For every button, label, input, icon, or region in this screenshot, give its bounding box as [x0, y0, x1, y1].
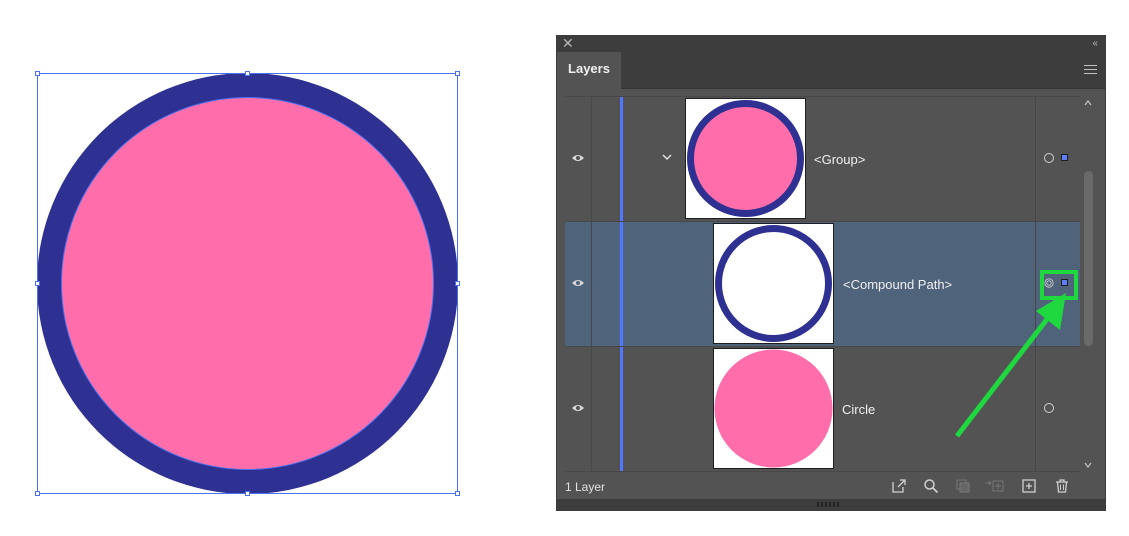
eye-icon[interactable] — [571, 403, 585, 413]
eye-icon[interactable] — [571, 278, 585, 288]
close-icon[interactable]: ✕ — [562, 36, 574, 51]
handle-middle-left[interactable] — [35, 281, 40, 286]
search-icon[interactable] — [923, 478, 939, 494]
artboard-canvas[interactable] — [0, 0, 540, 536]
column-divider — [591, 222, 592, 346]
panel-menu-icon[interactable] — [1084, 65, 1097, 75]
layer-count: 1 Layer — [565, 480, 606, 494]
scrollbar-thumb[interactable] — [1084, 171, 1093, 346]
collapse-panel-icon[interactable]: ‹‹ — [1092, 36, 1098, 52]
export-icon[interactable] — [891, 478, 907, 494]
group-thumbnail — [685, 98, 806, 219]
panel-titlebar: ✕ ‹‹ — [557, 36, 1105, 52]
target-icon[interactable] — [1044, 403, 1054, 413]
panel-resize-grip[interactable] — [557, 499, 1105, 510]
handle-middle-right[interactable] — [455, 281, 460, 286]
layer-color-bar — [620, 97, 623, 221]
layer-color-bar — [620, 347, 623, 471]
layer-name[interactable]: <Group> — [814, 152, 865, 167]
compound-path-thumbnail — [713, 223, 834, 344]
column-divider — [591, 97, 592, 221]
selection-bounding-box — [37, 73, 458, 494]
handle-bottom-middle[interactable] — [245, 491, 250, 496]
scroll-down-icon[interactable] — [1083, 461, 1093, 469]
new-sublayer-icon[interactable] — [985, 478, 1005, 494]
layer-row-compound-path[interactable]: <Compound Path> — [565, 222, 1080, 347]
handle-top-right[interactable] — [455, 71, 460, 76]
scroll-up-icon[interactable] — [1083, 99, 1093, 107]
handle-bottom-left[interactable] — [35, 491, 40, 496]
handle-top-middle[interactable] — [245, 71, 250, 76]
column-divider — [1035, 97, 1036, 221]
circle-thumbnail — [713, 348, 834, 469]
target-icon[interactable] — [1044, 153, 1054, 163]
panel-footer: 1 Layer — [557, 473, 1105, 499]
layer-name[interactable]: <Compound Path> — [843, 277, 952, 292]
panel-tabbar: Layers — [557, 52, 1105, 89]
clipping-mask-icon[interactable] — [955, 478, 971, 494]
layers-list: <Group> <Compound Path> Circle — [565, 96, 1080, 472]
selection-indicator[interactable] — [1061, 154, 1068, 161]
handle-top-left[interactable] — [35, 71, 40, 76]
highlight-box — [1040, 270, 1078, 300]
column-divider — [1035, 347, 1036, 471]
layer-row-circle[interactable]: Circle — [565, 347, 1080, 472]
layer-row-group[interactable]: <Group> — [565, 97, 1080, 222]
eye-icon[interactable] — [571, 153, 585, 163]
trash-icon[interactable] — [1054, 478, 1070, 494]
tab-layers[interactable]: Layers — [557, 52, 621, 89]
chevron-down-icon[interactable] — [661, 153, 673, 161]
column-divider — [1035, 222, 1036, 346]
handle-bottom-right[interactable] — [455, 491, 460, 496]
new-layer-icon[interactable] — [1021, 478, 1037, 494]
layers-panel: ✕ ‹‹ Layers <Group> <Compound Path> Circ… — [557, 36, 1105, 510]
layer-name[interactable]: Circle — [842, 402, 875, 417]
layer-color-bar — [620, 222, 623, 346]
column-divider — [591, 347, 592, 471]
